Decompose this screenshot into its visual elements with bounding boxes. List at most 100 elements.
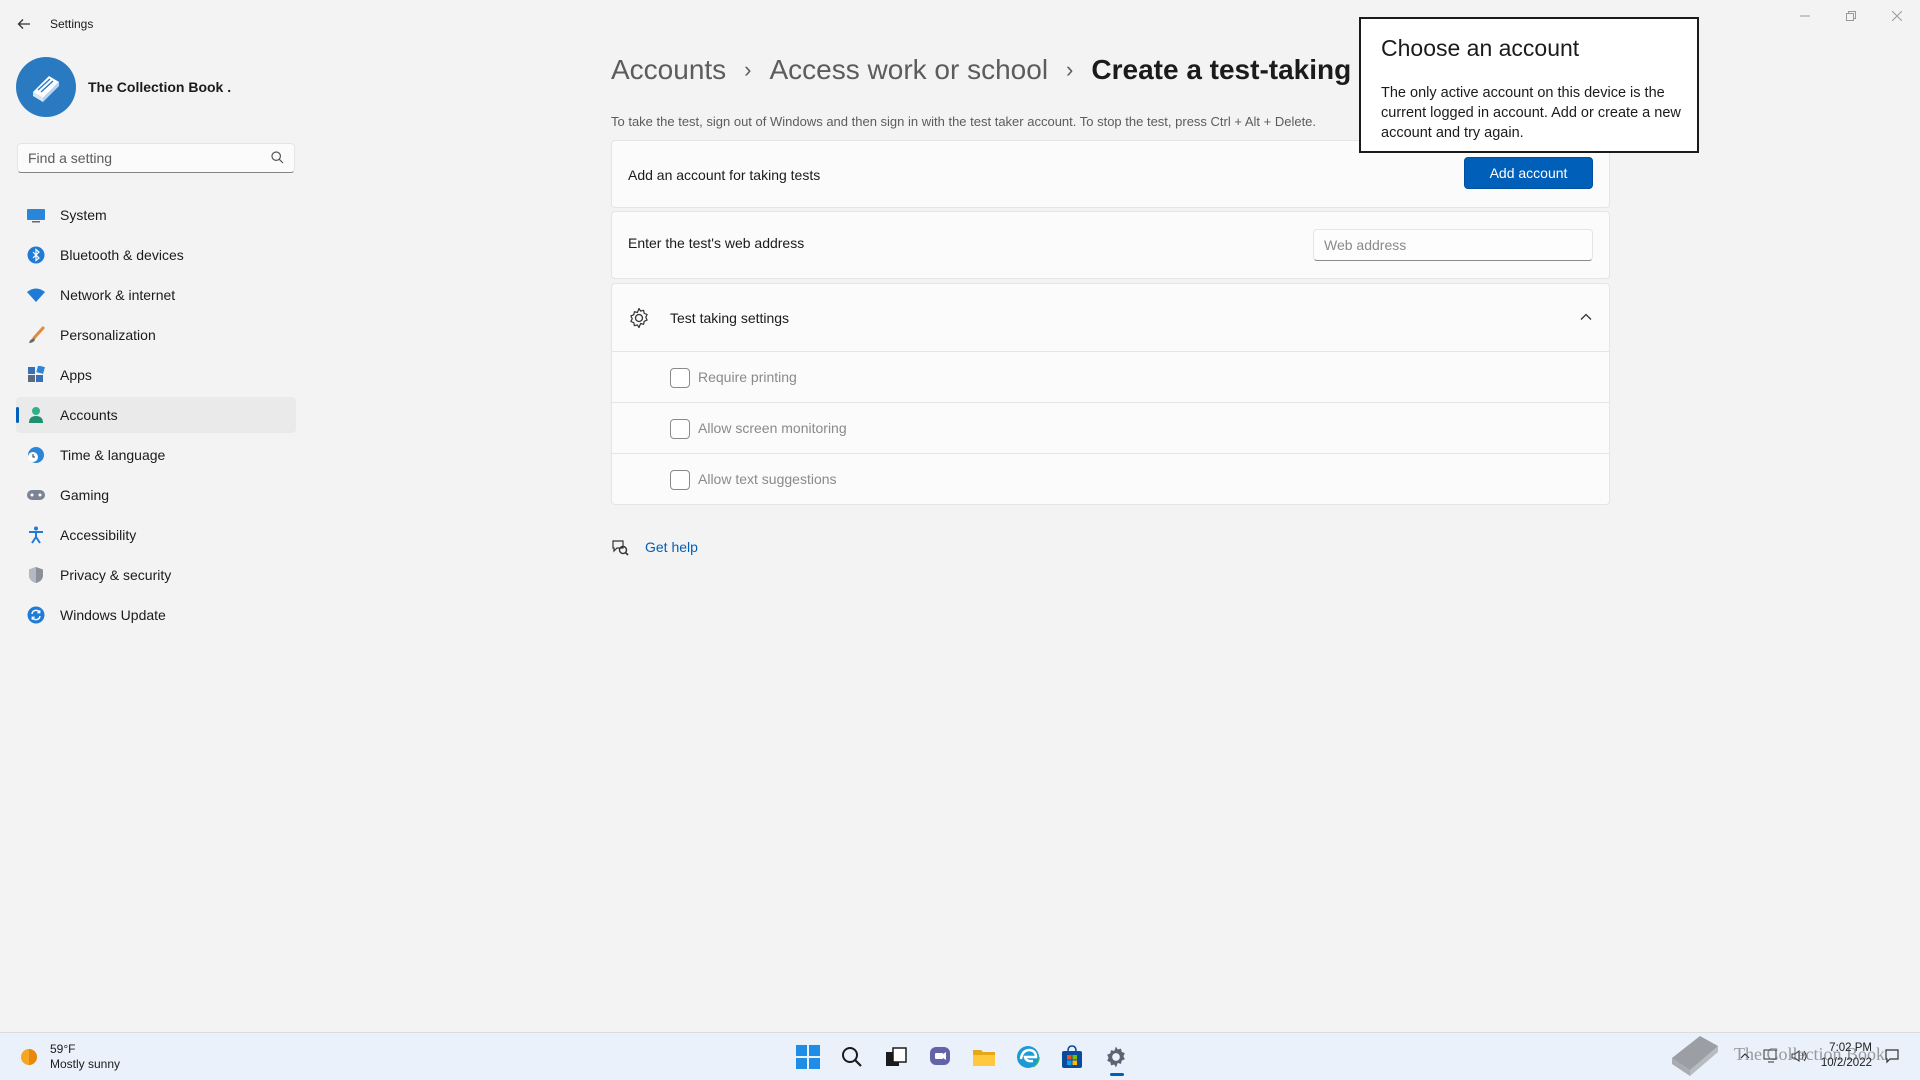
watermark-text: The Collection Book bbox=[1734, 1044, 1885, 1064]
sidebar-item-label: Windows Update bbox=[60, 607, 166, 623]
sidebar-item-label: Gaming bbox=[60, 487, 110, 503]
weather-widget[interactable]: 59°F Mostly sunny bbox=[18, 1042, 120, 1072]
sidebar-item-bluetooth[interactable]: Bluetooth & devices bbox=[16, 237, 296, 273]
sidebar-item-personalization[interactable]: Personalization bbox=[16, 317, 296, 353]
sidebar-item-accounts[interactable]: Accounts bbox=[16, 397, 296, 433]
option-label: Allow screen monitoring bbox=[698, 420, 847, 436]
task-view-icon bbox=[886, 1047, 907, 1066]
gamepad-icon bbox=[26, 485, 46, 505]
search-icon bbox=[271, 151, 284, 164]
start-button[interactable] bbox=[786, 1037, 830, 1077]
search-box[interactable] bbox=[17, 143, 295, 173]
minimize-icon bbox=[1800, 15, 1810, 17]
sidebar-item-gaming[interactable]: Gaming bbox=[16, 477, 296, 513]
page-title: Create a test-taking a bbox=[1091, 54, 1375, 85]
sidebar-item-label: System bbox=[60, 207, 107, 223]
page-description: To take the test, sign out of Windows an… bbox=[611, 114, 1317, 129]
restore-button[interactable] bbox=[1828, 0, 1874, 32]
taskbar: 59°F Mostly sunny 7:02 PM 10/2/2022 bbox=[0, 1032, 1920, 1080]
edge-button[interactable] bbox=[1006, 1037, 1050, 1077]
sun-icon bbox=[21, 1049, 37, 1065]
add-account-button[interactable]: Add account bbox=[1464, 157, 1593, 189]
system-icon bbox=[26, 205, 46, 225]
store-icon bbox=[1062, 1045, 1082, 1068]
sidebar-item-privacy[interactable]: Privacy & security bbox=[16, 557, 296, 593]
file-explorer-button[interactable] bbox=[962, 1037, 1006, 1077]
sidebar-item-label: Network & internet bbox=[60, 287, 176, 303]
get-help[interactable]: Get help bbox=[611, 538, 698, 556]
option-label: Require printing bbox=[698, 369, 797, 385]
settings-icon bbox=[1107, 1046, 1125, 1068]
edge-icon bbox=[1016, 1045, 1040, 1069]
breadcrumb-separator: › bbox=[744, 57, 752, 82]
option-row-text-suggestions: Allow text suggestions bbox=[612, 454, 1609, 505]
back-button[interactable] bbox=[10, 12, 38, 36]
window-controls bbox=[1782, 0, 1920, 32]
dialog-title: Choose an account bbox=[1381, 35, 1580, 61]
option-label: Allow text suggestions bbox=[698, 471, 837, 487]
sidebar-item-label: Bluetooth & devices bbox=[60, 247, 184, 263]
accessibility-icon bbox=[26, 525, 46, 545]
shield-icon bbox=[26, 565, 46, 585]
sidebar-item-accessibility[interactable]: Accessibility bbox=[16, 517, 296, 553]
weather-condition: Mostly sunny bbox=[50, 1057, 121, 1071]
sidebar-item-label: Apps bbox=[60, 367, 92, 383]
back-arrow-icon bbox=[17, 19, 30, 29]
app-title: Settings bbox=[50, 17, 94, 31]
search-input[interactable] bbox=[18, 144, 258, 172]
require-printing-checkbox[interactable] bbox=[670, 368, 690, 388]
bluetooth-icon bbox=[26, 245, 46, 265]
taskbar-search-button[interactable] bbox=[830, 1037, 874, 1077]
breadcrumb-accounts[interactable]: Accounts bbox=[611, 54, 726, 86]
sidebar-nav: System Bluetooth & devices Network & int… bbox=[16, 197, 296, 637]
user-profile[interactable]: The Collection Book . bbox=[16, 57, 231, 117]
expander-header[interactable]: Test taking settings bbox=[612, 284, 1609, 352]
store-button[interactable] bbox=[1050, 1037, 1094, 1077]
sidebar-item-time-language[interactable]: Time & language bbox=[16, 437, 296, 473]
breadcrumb: Accounts › Access work or school › Creat… bbox=[611, 54, 1375, 86]
option-row-require-printing: Require printing bbox=[612, 352, 1609, 403]
sidebar-item-apps[interactable]: Apps bbox=[16, 357, 296, 393]
settings-app-button[interactable] bbox=[1094, 1037, 1138, 1077]
sidebar-item-network[interactable]: Network & internet bbox=[16, 277, 296, 313]
sidebar-item-windows-update[interactable]: Windows Update bbox=[16, 597, 296, 633]
windows-start-icon bbox=[796, 1045, 820, 1069]
breadcrumb-separator: › bbox=[1066, 57, 1074, 82]
teams-chat-icon bbox=[930, 1047, 950, 1065]
expander-title: Test taking settings bbox=[670, 310, 790, 326]
restore-icon bbox=[1846, 11, 1856, 21]
person-icon bbox=[26, 405, 46, 425]
notification-icon[interactable] bbox=[1884, 1048, 1900, 1064]
search-icon bbox=[842, 1047, 862, 1067]
globe-clock-icon bbox=[26, 445, 46, 465]
minimize-button[interactable] bbox=[1782, 0, 1828, 32]
sidebar-item-label: Accounts bbox=[60, 407, 118, 423]
wifi-icon bbox=[26, 285, 46, 305]
sidebar-item-label: Privacy & security bbox=[60, 567, 172, 583]
profile-name: The Collection Book . bbox=[88, 79, 232, 95]
task-view-button[interactable] bbox=[874, 1037, 918, 1077]
update-icon bbox=[26, 605, 46, 625]
add-account-label: Add an account for taking tests bbox=[628, 167, 821, 183]
close-button[interactable] bbox=[1874, 0, 1920, 32]
watermark-book-icon bbox=[1672, 1036, 1718, 1076]
teams-chat-button[interactable] bbox=[918, 1037, 962, 1077]
file-explorer-icon bbox=[973, 1050, 995, 1066]
sidebar-item-label: Accessibility bbox=[60, 527, 137, 543]
dialog-body: The only active account on this device i… bbox=[1381, 85, 1681, 141]
web-address-card: Enter the test's web address bbox=[611, 211, 1610, 279]
option-row-screen-monitoring: Allow screen monitoring bbox=[612, 403, 1609, 454]
text-suggestions-checkbox[interactable] bbox=[670, 470, 690, 490]
choose-account-dialog: Choose an account The only active accoun… bbox=[1359, 17, 1699, 153]
sidebar-item-system[interactable]: System bbox=[16, 197, 296, 233]
weather-temp: 59°F bbox=[50, 1042, 76, 1056]
chevron-up-icon[interactable] bbox=[1579, 310, 1593, 324]
get-help-link[interactable]: Get help bbox=[645, 539, 698, 555]
web-address-input[interactable] bbox=[1313, 229, 1593, 261]
breadcrumb-access-work-school[interactable]: Access work or school bbox=[770, 54, 1049, 86]
help-chat-icon bbox=[612, 540, 629, 556]
close-icon bbox=[1892, 11, 1902, 21]
avatar bbox=[16, 57, 76, 117]
screen-monitoring-checkbox[interactable] bbox=[670, 419, 690, 439]
web-address-label: Enter the test's web address bbox=[628, 235, 805, 251]
